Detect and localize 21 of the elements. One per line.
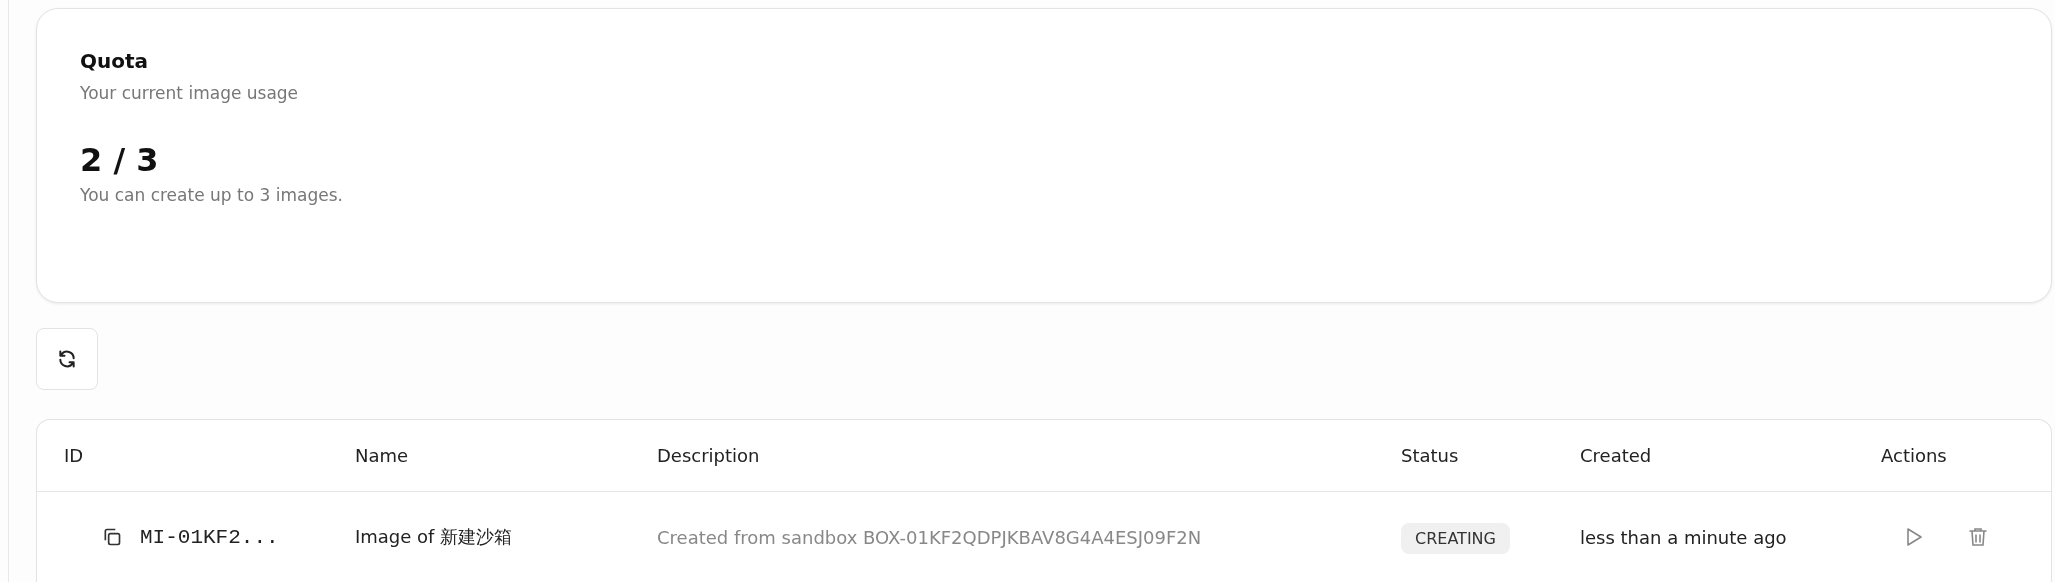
- trash-icon: [1969, 527, 1987, 547]
- refresh-icon: [57, 349, 77, 369]
- column-header: Status: [1401, 445, 1459, 466]
- image-name: Image of 新建沙箱: [355, 525, 513, 549]
- column-header: ID: [64, 445, 84, 466]
- card-subtitle: Your current image usage: [80, 83, 299, 103]
- created-time: less than a minute ago: [1580, 526, 1787, 548]
- column-header: Description: [657, 445, 760, 466]
- usage-count: 2 / 3: [80, 141, 159, 179]
- copy-icon: [102, 527, 122, 547]
- refresh-button[interactable]: [36, 328, 98, 390]
- column-header: Created: [1580, 445, 1652, 466]
- play-icon: [1905, 527, 1923, 547]
- status-badge: CREATING: [1401, 522, 1510, 554]
- usage-note: You can create up to 3 images.: [80, 185, 343, 205]
- image-id: MI-01KF2...: [140, 525, 279, 549]
- card-title: Quota: [80, 49, 149, 73]
- delete-button[interactable]: [1967, 525, 1989, 549]
- image-description: Created from sandbox BOX-01KF2QDPJKBAV8G4A4ESJ09F2N: [657, 526, 1202, 548]
- column-header: Name: [355, 445, 409, 466]
- column-header: Actions: [1881, 445, 1947, 466]
